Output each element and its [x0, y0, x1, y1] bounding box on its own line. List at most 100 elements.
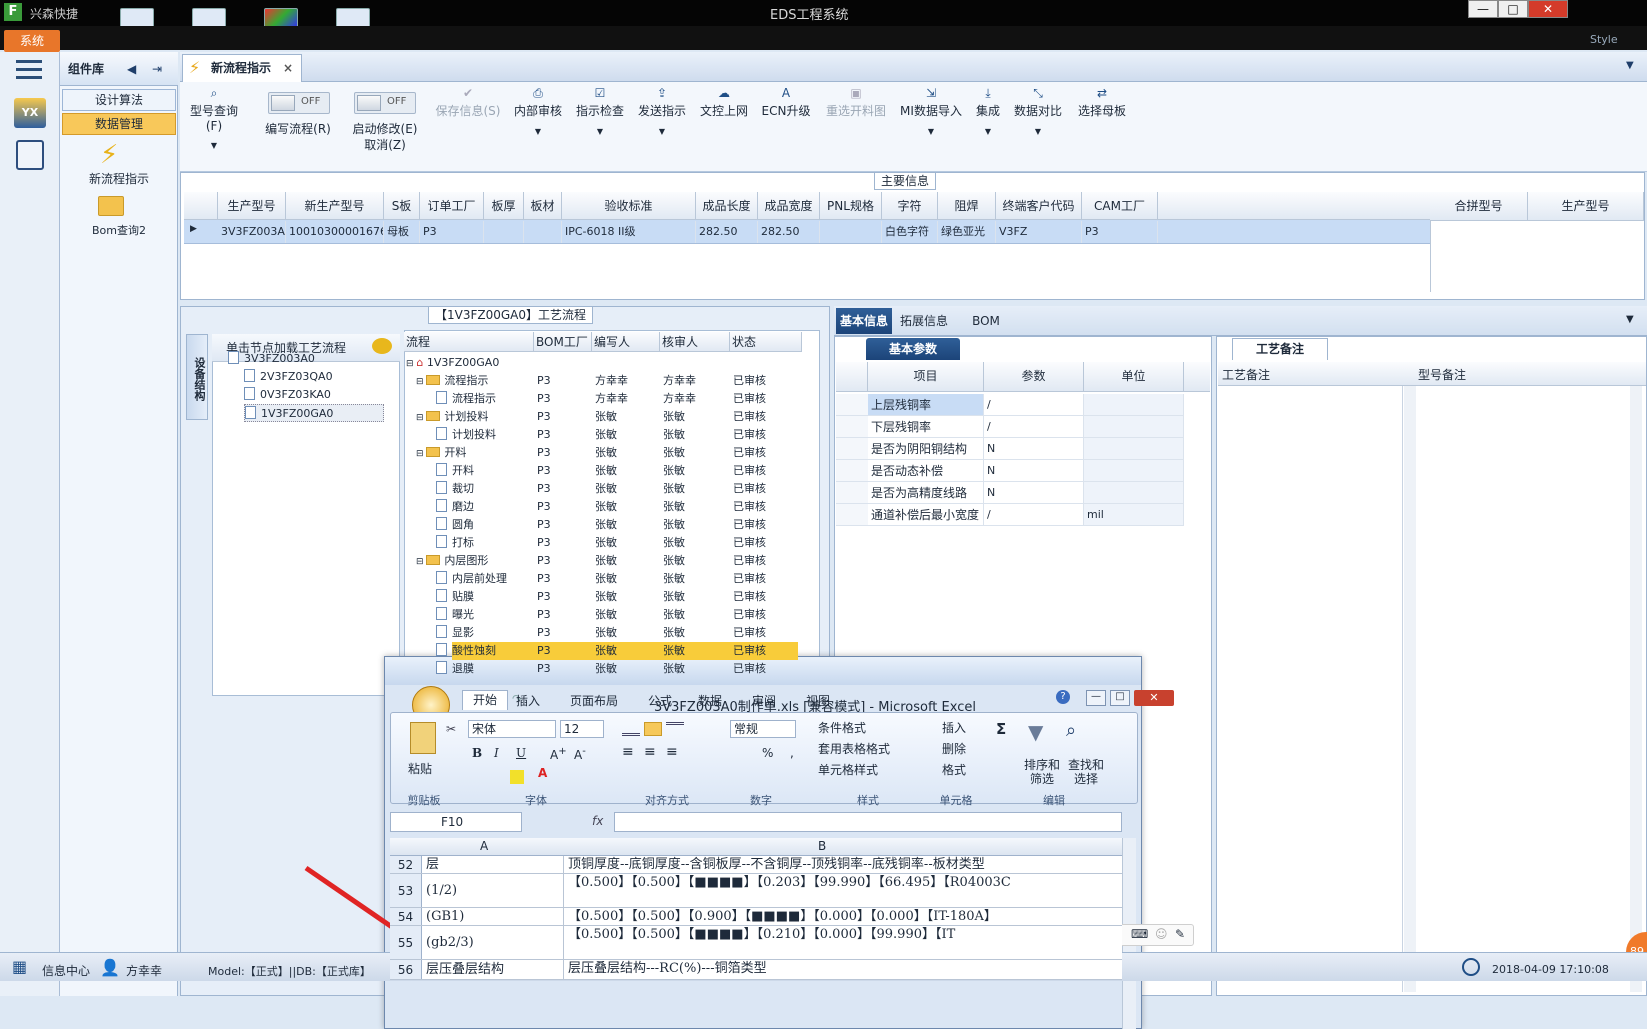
tab-dropdown-icon[interactable]: ▼: [1626, 60, 1634, 71]
hamburger-menu-icon[interactable]: [16, 60, 42, 80]
align-right-icon[interactable]: ≡: [666, 744, 678, 760]
row-number[interactable]: 53: [390, 874, 422, 907]
table-cell[interactable]: 绿色亚光: [938, 221, 996, 243]
font-size-select[interactable]: 12: [560, 720, 604, 738]
notes-scrollbar[interactable]: [1404, 386, 1416, 992]
cell-a[interactable]: (gb2/3): [424, 926, 564, 960]
column-header[interactable]: PNL规格: [820, 192, 882, 220]
internal-review-button[interactable]: ⎙ 内部审核 ▼: [510, 86, 566, 136]
taskbar-thumbnail[interactable]: [120, 8, 154, 28]
table-cell[interactable]: 282.50: [696, 221, 758, 243]
ime-keyboard-icon[interactable]: ⌨: [1131, 927, 1148, 941]
formula-bar[interactable]: [614, 812, 1122, 832]
row-selector[interactable]: [836, 394, 868, 416]
font-name-select[interactable]: 宋体: [468, 720, 556, 738]
param-item[interactable]: 是否为阴阳铜结构: [868, 438, 984, 460]
table-cell[interactable]: IPC-6018 II级: [562, 221, 696, 243]
column-header[interactable]: 板厚: [484, 192, 524, 220]
lightning-icon[interactable]: ⚡: [100, 140, 118, 170]
table-cell[interactable]: [820, 221, 882, 243]
ime-user-icon[interactable]: ☺: [1155, 927, 1168, 941]
table-cell[interactable]: 母板: [384, 221, 420, 243]
cell-a[interactable]: 层压叠层结构: [424, 960, 564, 980]
flow-node[interactable]: ⊟ 内层图形: [416, 552, 546, 570]
tree-node[interactable]: 2V3FZ03QA0: [244, 368, 384, 386]
close-button[interactable]: ✕: [1528, 0, 1568, 18]
start-modify-toggle[interactable]: OFF: [354, 92, 416, 114]
send-instruction-button[interactable]: ⇪ 发送指示 ▼: [634, 86, 690, 136]
taskbar-thumbnail[interactable]: [336, 8, 370, 28]
align-middle-icon[interactable]: [644, 722, 662, 736]
table-cell[interactable]: 白色字符: [882, 221, 938, 243]
fx-icon[interactable]: fx: [592, 814, 603, 828]
sort-filter-button[interactable]: 排序和筛选: [1020, 758, 1064, 786]
shrink-font-button[interactable]: A-: [574, 746, 586, 762]
param-unit[interactable]: [1084, 394, 1184, 416]
param-unit[interactable]: mil: [1084, 504, 1184, 526]
insert-cells-button[interactable]: 插入: [942, 718, 966, 739]
ime-settings-icon[interactable]: ✎: [1175, 927, 1185, 941]
param-item[interactable]: 下层残铜率: [868, 416, 984, 438]
notes-scrollbar[interactable]: [1630, 386, 1642, 992]
column-header[interactable]: 板材: [524, 192, 562, 220]
filter-icon[interactable]: ▼: [1028, 720, 1043, 744]
row-number[interactable]: 55: [390, 926, 422, 959]
param-column-header[interactable]: 参数: [984, 362, 1084, 392]
cut-icon[interactable]: ✂: [446, 722, 456, 736]
comma-icon[interactable]: ,: [790, 746, 794, 760]
param-unit[interactable]: [1084, 482, 1184, 504]
column-header[interactable]: 新生产型号: [286, 192, 384, 220]
table-cell[interactable]: [524, 221, 562, 243]
column-header[interactable]: 成品长度: [696, 192, 758, 220]
param-value[interactable]: /: [984, 394, 1084, 416]
underline-button[interactable]: U: [516, 746, 526, 760]
italic-button[interactable]: I: [494, 746, 499, 760]
lib-item-design-algorithm[interactable]: 设计算法: [62, 89, 176, 111]
instruction-check-button[interactable]: ☑ 指示检查 ▼: [572, 86, 628, 136]
param-column-header[interactable]: 单位: [1084, 362, 1184, 392]
pin-panel-icon[interactable]: ⇥: [152, 62, 162, 76]
dropdown-arrow-icon[interactable]: ▼: [184, 141, 244, 150]
table-cell[interactable]: P3: [420, 221, 484, 243]
clipboard-icon[interactable]: [410, 722, 436, 754]
tab-basic-param[interactable]: 基本参数: [866, 338, 960, 360]
flow-column-header[interactable]: 状态: [730, 332, 802, 352]
production-model-header[interactable]: 生产型号: [1528, 192, 1644, 221]
flow-node[interactable]: ⊟ 计划投料: [416, 408, 546, 426]
sheet-row[interactable]: 52 层顶铜厚度--底铜厚度--含铜板厚--不含铜厚--顶残铜率--底残铜率--板…: [390, 856, 1122, 874]
param-item[interactable]: 通道补偿后最小宽度: [868, 504, 984, 526]
grow-font-button[interactable]: A+: [550, 746, 567, 762]
excel-tab[interactable]: 页面布局: [570, 692, 618, 710]
taskbar-thumbnail[interactable]: [264, 8, 298, 28]
collapse-icon[interactable]: ⊟: [406, 359, 416, 369]
bom-query-item[interactable]: Bom查询2: [60, 222, 178, 238]
cell-b[interactable]: 【0.500】【0.500】【■■■■】【0.210】【0.000】【99.99…: [566, 926, 1086, 960]
table-cell[interactable]: 282.50: [758, 221, 820, 243]
tab-info[interactable]: BOM: [956, 308, 1016, 334]
cell-a[interactable]: 层: [424, 856, 564, 874]
sheet-row[interactable]: 54 (GB1) 【0.500】【0.500】【0.900】【■■■■】【0.000…: [390, 908, 1122, 926]
tree-node[interactable]: 1V3FZ00GA0: [244, 404, 384, 422]
calculator-module-icon[interactable]: [16, 140, 44, 170]
cell-a[interactable]: (1/2): [424, 874, 564, 908]
align-top-icon[interactable]: [622, 722, 640, 736]
sheet-row[interactable]: 55 (gb2/3) 【0.500】【0.500】【■■■■】【0.210】【0.0…: [390, 926, 1122, 960]
collapse-icon[interactable]: ⊟: [416, 377, 426, 387]
folder-icon[interactable]: [98, 196, 124, 216]
table-cell[interactable]: 10010300001676: [286, 221, 384, 243]
row-selector[interactable]: [836, 504, 868, 526]
bold-button[interactable]: B: [472, 746, 482, 760]
column-header[interactable]: 成品宽度: [758, 192, 820, 220]
yx-module-icon[interactable]: YX: [14, 98, 46, 128]
collapse-icon[interactable]: ⊟: [416, 557, 426, 567]
conditional-format-button[interactable]: 条件格式: [818, 718, 890, 739]
mi-import-button[interactable]: ⇲ MI数据导入 ▼: [894, 86, 968, 136]
param-value[interactable]: /: [984, 504, 1084, 526]
tab-close-icon[interactable]: ×: [283, 55, 293, 81]
excel-tab[interactable]: 视图: [806, 692, 830, 710]
tab-device-structure[interactable]: 设备结构: [186, 334, 208, 420]
param-value[interactable]: /: [984, 416, 1084, 438]
number-format-select[interactable]: 常规: [730, 720, 796, 738]
excel-tab[interactable]: 开始: [462, 690, 509, 710]
tab-process-notes[interactable]: 工艺备注: [1232, 338, 1328, 360]
